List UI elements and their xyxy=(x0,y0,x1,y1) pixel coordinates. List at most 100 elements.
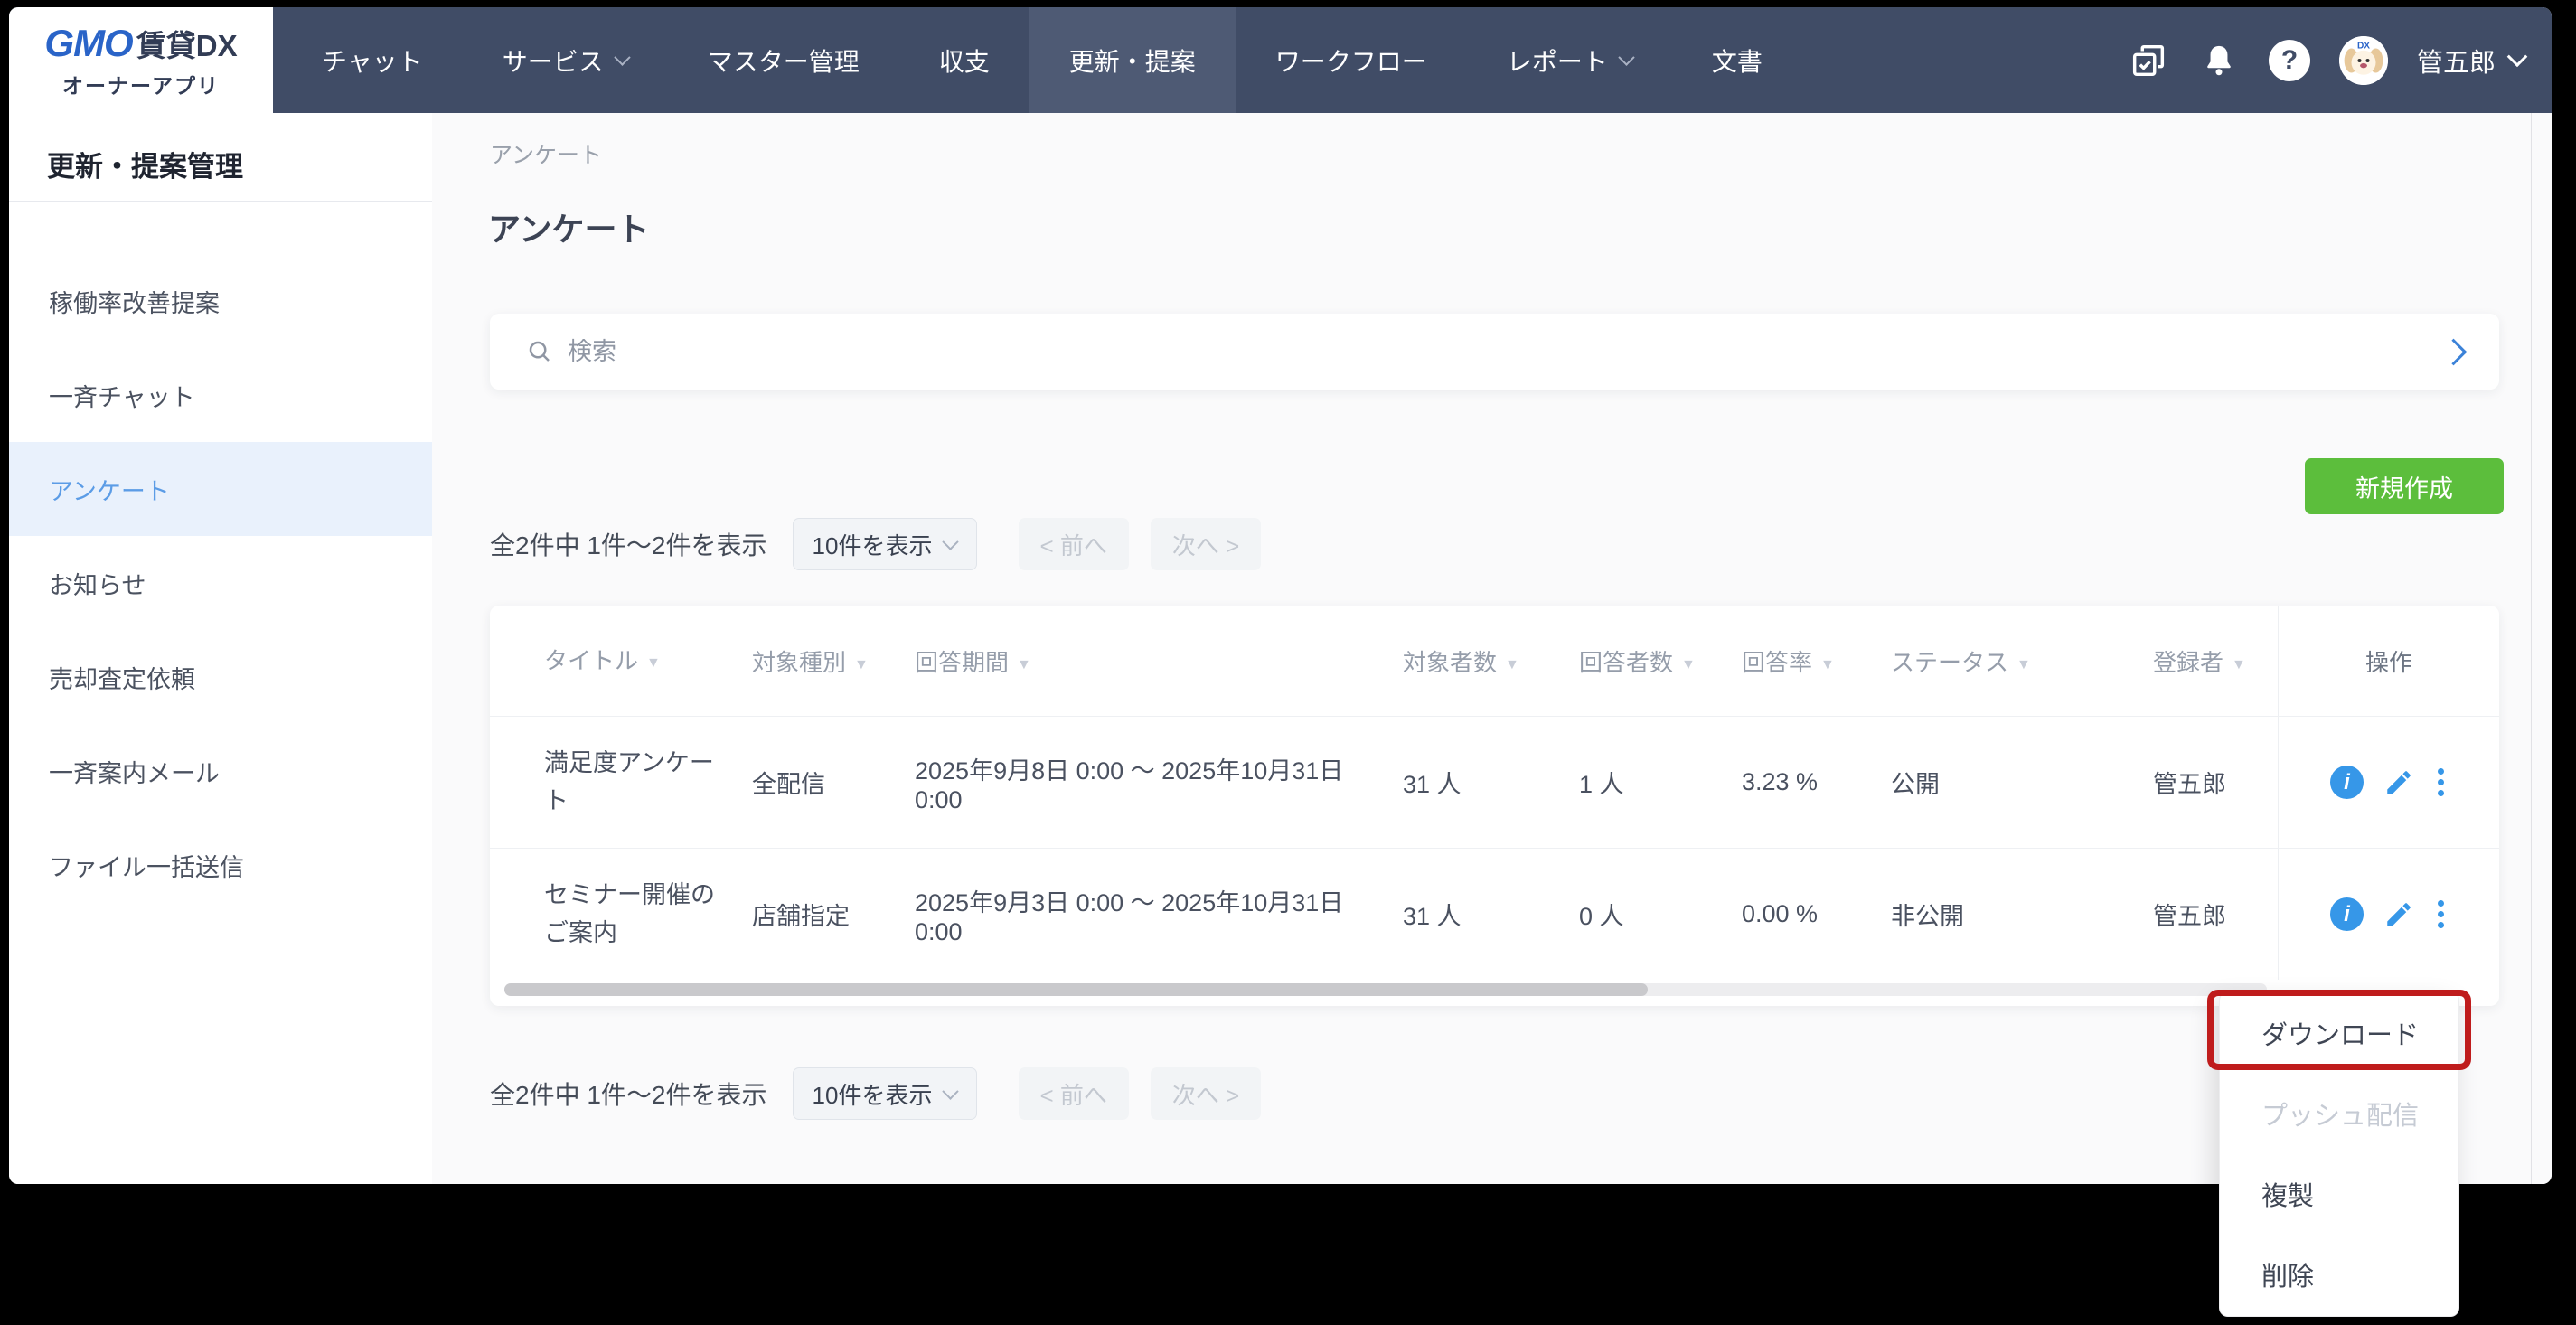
nav-item-workflow[interactable]: ワークフロー xyxy=(1236,7,1467,113)
chevron-right-icon[interactable] xyxy=(2440,338,2468,365)
column-header-actions: 操作 xyxy=(2278,606,2499,716)
sidebar-item-bulk-mail[interactable]: 一斉案内メール xyxy=(9,724,432,818)
table-row: 満足度アンケート 全配信 2025年9月8日 0:00 ～ 2025年10月31… xyxy=(490,716,2499,848)
sidebar-item-bulk-chat[interactable]: 一斉チャット xyxy=(9,348,432,442)
info-icon[interactable]: i xyxy=(2330,766,2364,799)
sort-icon[interactable]: ▼ xyxy=(1820,657,1835,672)
table-row: セミナー開催のご案内 店舗指定 2025年9月3日 0:00 ～ 2025年10… xyxy=(490,848,2499,980)
cell-title: 満足度アンケート xyxy=(490,745,752,821)
avatar[interactable]: DX xyxy=(2339,36,2388,85)
cell-registrant: 管五郎 xyxy=(2153,897,2278,932)
cell-target-type: 全配信 xyxy=(752,765,915,800)
app-logo[interactable]: GMO 賃貸DX オーナーアプリ xyxy=(9,7,273,113)
prev-page-button[interactable]: < 前へ xyxy=(1019,518,1129,570)
menu-item-download[interactable]: ダウンロード xyxy=(2220,992,2458,1073)
more-actions-icon[interactable] xyxy=(2434,765,2448,800)
chevron-down-icon xyxy=(2507,46,2528,67)
svg-text:DX: DX xyxy=(2357,41,2370,51)
cell-status: 公開 xyxy=(1891,765,2153,800)
sidebar-item-survey[interactable]: アンケート xyxy=(9,442,432,536)
chevron-down-icon xyxy=(1618,49,1634,65)
nav-item-renewal-proposal[interactable]: 更新・提案 xyxy=(1029,7,1236,113)
next-page-button[interactable]: 次へ > xyxy=(1151,518,1261,570)
sort-icon[interactable]: ▼ xyxy=(2232,657,2246,672)
column-header-title: タイトル▼ xyxy=(490,643,752,679)
nav-right-controls: ? DX 管五郎 xyxy=(2128,7,2552,113)
column-header-period: 回答期間▼ xyxy=(915,644,1403,678)
nav-item-master-management[interactable]: マスター管理 xyxy=(668,7,899,113)
sidebar-item-occupancy-proposal[interactable]: 稼働率改善提案 xyxy=(9,254,432,348)
more-actions-icon[interactable] xyxy=(2434,897,2448,932)
sort-icon[interactable]: ▼ xyxy=(646,655,661,671)
next-page-button[interactable]: 次へ > xyxy=(1151,1067,1261,1120)
logo-gmo-text: GMO xyxy=(44,22,132,65)
edit-icon[interactable] xyxy=(2383,767,2414,798)
cell-actions: i xyxy=(2278,717,2499,848)
bell-icon[interactable] xyxy=(2198,40,2240,81)
menu-item-duplicate[interactable]: 複製 xyxy=(2220,1153,2458,1234)
chevron-down-icon xyxy=(614,49,630,65)
cell-respondents: 0 人 xyxy=(1579,897,1742,932)
column-header-rate: 回答率▼ xyxy=(1742,644,1891,678)
page-size-select[interactable]: 10件を表示 xyxy=(793,1067,977,1120)
pagination-top: 全2件中 1件～2件を表示 10件を表示 < 前へ 次へ > xyxy=(490,518,1261,570)
nav-item-services[interactable]: サービス xyxy=(463,7,668,113)
tasks-icon[interactable] xyxy=(2128,40,2169,81)
cell-status: 非公開 xyxy=(1891,897,2153,932)
nav-items: チャット サービス マスター管理 収支 更新・提案 ワークフロー レポート 文書 xyxy=(282,7,1802,113)
sort-icon[interactable]: ▼ xyxy=(1017,657,1031,672)
create-new-button[interactable]: 新規作成 xyxy=(2305,458,2504,514)
sort-icon[interactable]: ▼ xyxy=(854,657,869,672)
nav-item-income[interactable]: 収支 xyxy=(899,7,1029,113)
nav-item-documents[interactable]: 文書 xyxy=(1672,7,1802,113)
nav-item-report[interactable]: レポート xyxy=(1467,7,1672,113)
table-header-row: タイトル▼ 対象種別▼ 回答期間▼ 対象者数▼ 回答者数▼ 回答率▼ ステータス… xyxy=(490,606,2499,716)
prev-page-button[interactable]: < 前へ xyxy=(1019,1067,1129,1120)
chevron-down-icon xyxy=(943,1083,959,1099)
sidebar-list: 稼働率改善提案 一斉チャット アンケート お知らせ 売却査定依頼 一斉案内メール… xyxy=(9,202,432,912)
app-window: GMO 賃貸DX オーナーアプリ チャット サービス マスター管理 収支 更新・… xyxy=(9,7,2552,1184)
cell-registrant: 管五郎 xyxy=(2153,765,2278,800)
pagination-summary: 全2件中 1件～2件を表示 xyxy=(490,526,767,562)
menu-item-delete[interactable]: 削除 xyxy=(2220,1234,2458,1314)
pagination-bottom: 全2件中 1件～2件を表示 10件を表示 < 前へ 次へ > xyxy=(490,1067,1261,1120)
cell-rate: 0.00 % xyxy=(1742,900,1891,928)
sidebar-item-sale-assessment[interactable]: 売却査定依頼 xyxy=(9,630,432,724)
column-header-status: ステータス▼ xyxy=(1891,644,2153,678)
cell-targets: 31 人 xyxy=(1403,897,1579,932)
survey-table: タイトル▼ 対象種別▼ 回答期間▼ 対象者数▼ 回答者数▼ 回答率▼ ステータス… xyxy=(490,606,2499,1006)
help-icon[interactable]: ? xyxy=(2269,40,2310,81)
nav-item-chat[interactable]: チャット xyxy=(282,7,463,113)
cell-targets: 31 人 xyxy=(1403,765,1579,800)
search-icon xyxy=(526,338,553,365)
sidebar-item-file-bulk-send[interactable]: ファイル一括送信 xyxy=(9,818,432,912)
edit-icon[interactable] xyxy=(2383,899,2414,930)
user-menu[interactable]: 管五郎 xyxy=(2417,42,2524,80)
cell-rate: 3.23 % xyxy=(1742,768,1891,796)
page-title: アンケート xyxy=(488,203,650,250)
logo-subtitle: オーナーアプリ xyxy=(62,69,220,99)
sidebar-title: 更新・提案管理 xyxy=(9,113,432,184)
sort-icon[interactable]: ▼ xyxy=(1505,657,1519,672)
cell-title: セミナー開催のご案内 xyxy=(490,877,752,953)
info-icon[interactable]: i xyxy=(2330,897,2364,931)
column-header-respondents: 回答者数▼ xyxy=(1579,644,1742,678)
sort-icon[interactable]: ▼ xyxy=(1681,657,1696,672)
scrollbar-gutter xyxy=(2531,113,2532,1184)
search-input[interactable] xyxy=(566,337,2444,367)
horizontal-scrollbar-track[interactable] xyxy=(504,983,2267,996)
page-size-select[interactable]: 10件を表示 xyxy=(793,518,977,570)
column-header-targets: 対象者数▼ xyxy=(1403,644,1579,678)
cell-period: 2025年9月3日 0:00 ～ 2025年10月31日 0:00 xyxy=(915,883,1403,946)
row-actions-context-menu: ダウンロード プッシュ配信 複製 削除 xyxy=(2219,991,2459,1317)
logo-brand-text: 賃貸DX xyxy=(136,22,238,65)
column-header-registrant: 登録者▼ xyxy=(2153,644,2278,678)
column-header-target-type: 対象種別▼ xyxy=(752,644,915,678)
sort-icon[interactable]: ▼ xyxy=(2017,657,2031,672)
horizontal-scrollbar-thumb[interactable] xyxy=(504,983,1648,996)
sidebar-item-notice[interactable]: お知らせ xyxy=(9,536,432,630)
pagination-summary: 全2件中 1件～2件を表示 xyxy=(490,1076,767,1112)
sidebar: 更新・提案管理 稼働率改善提案 一斉チャット アンケート お知らせ 売却査定依頼… xyxy=(9,113,433,1184)
breadcrumb[interactable]: アンケート xyxy=(490,137,602,170)
chevron-down-icon xyxy=(943,533,959,550)
